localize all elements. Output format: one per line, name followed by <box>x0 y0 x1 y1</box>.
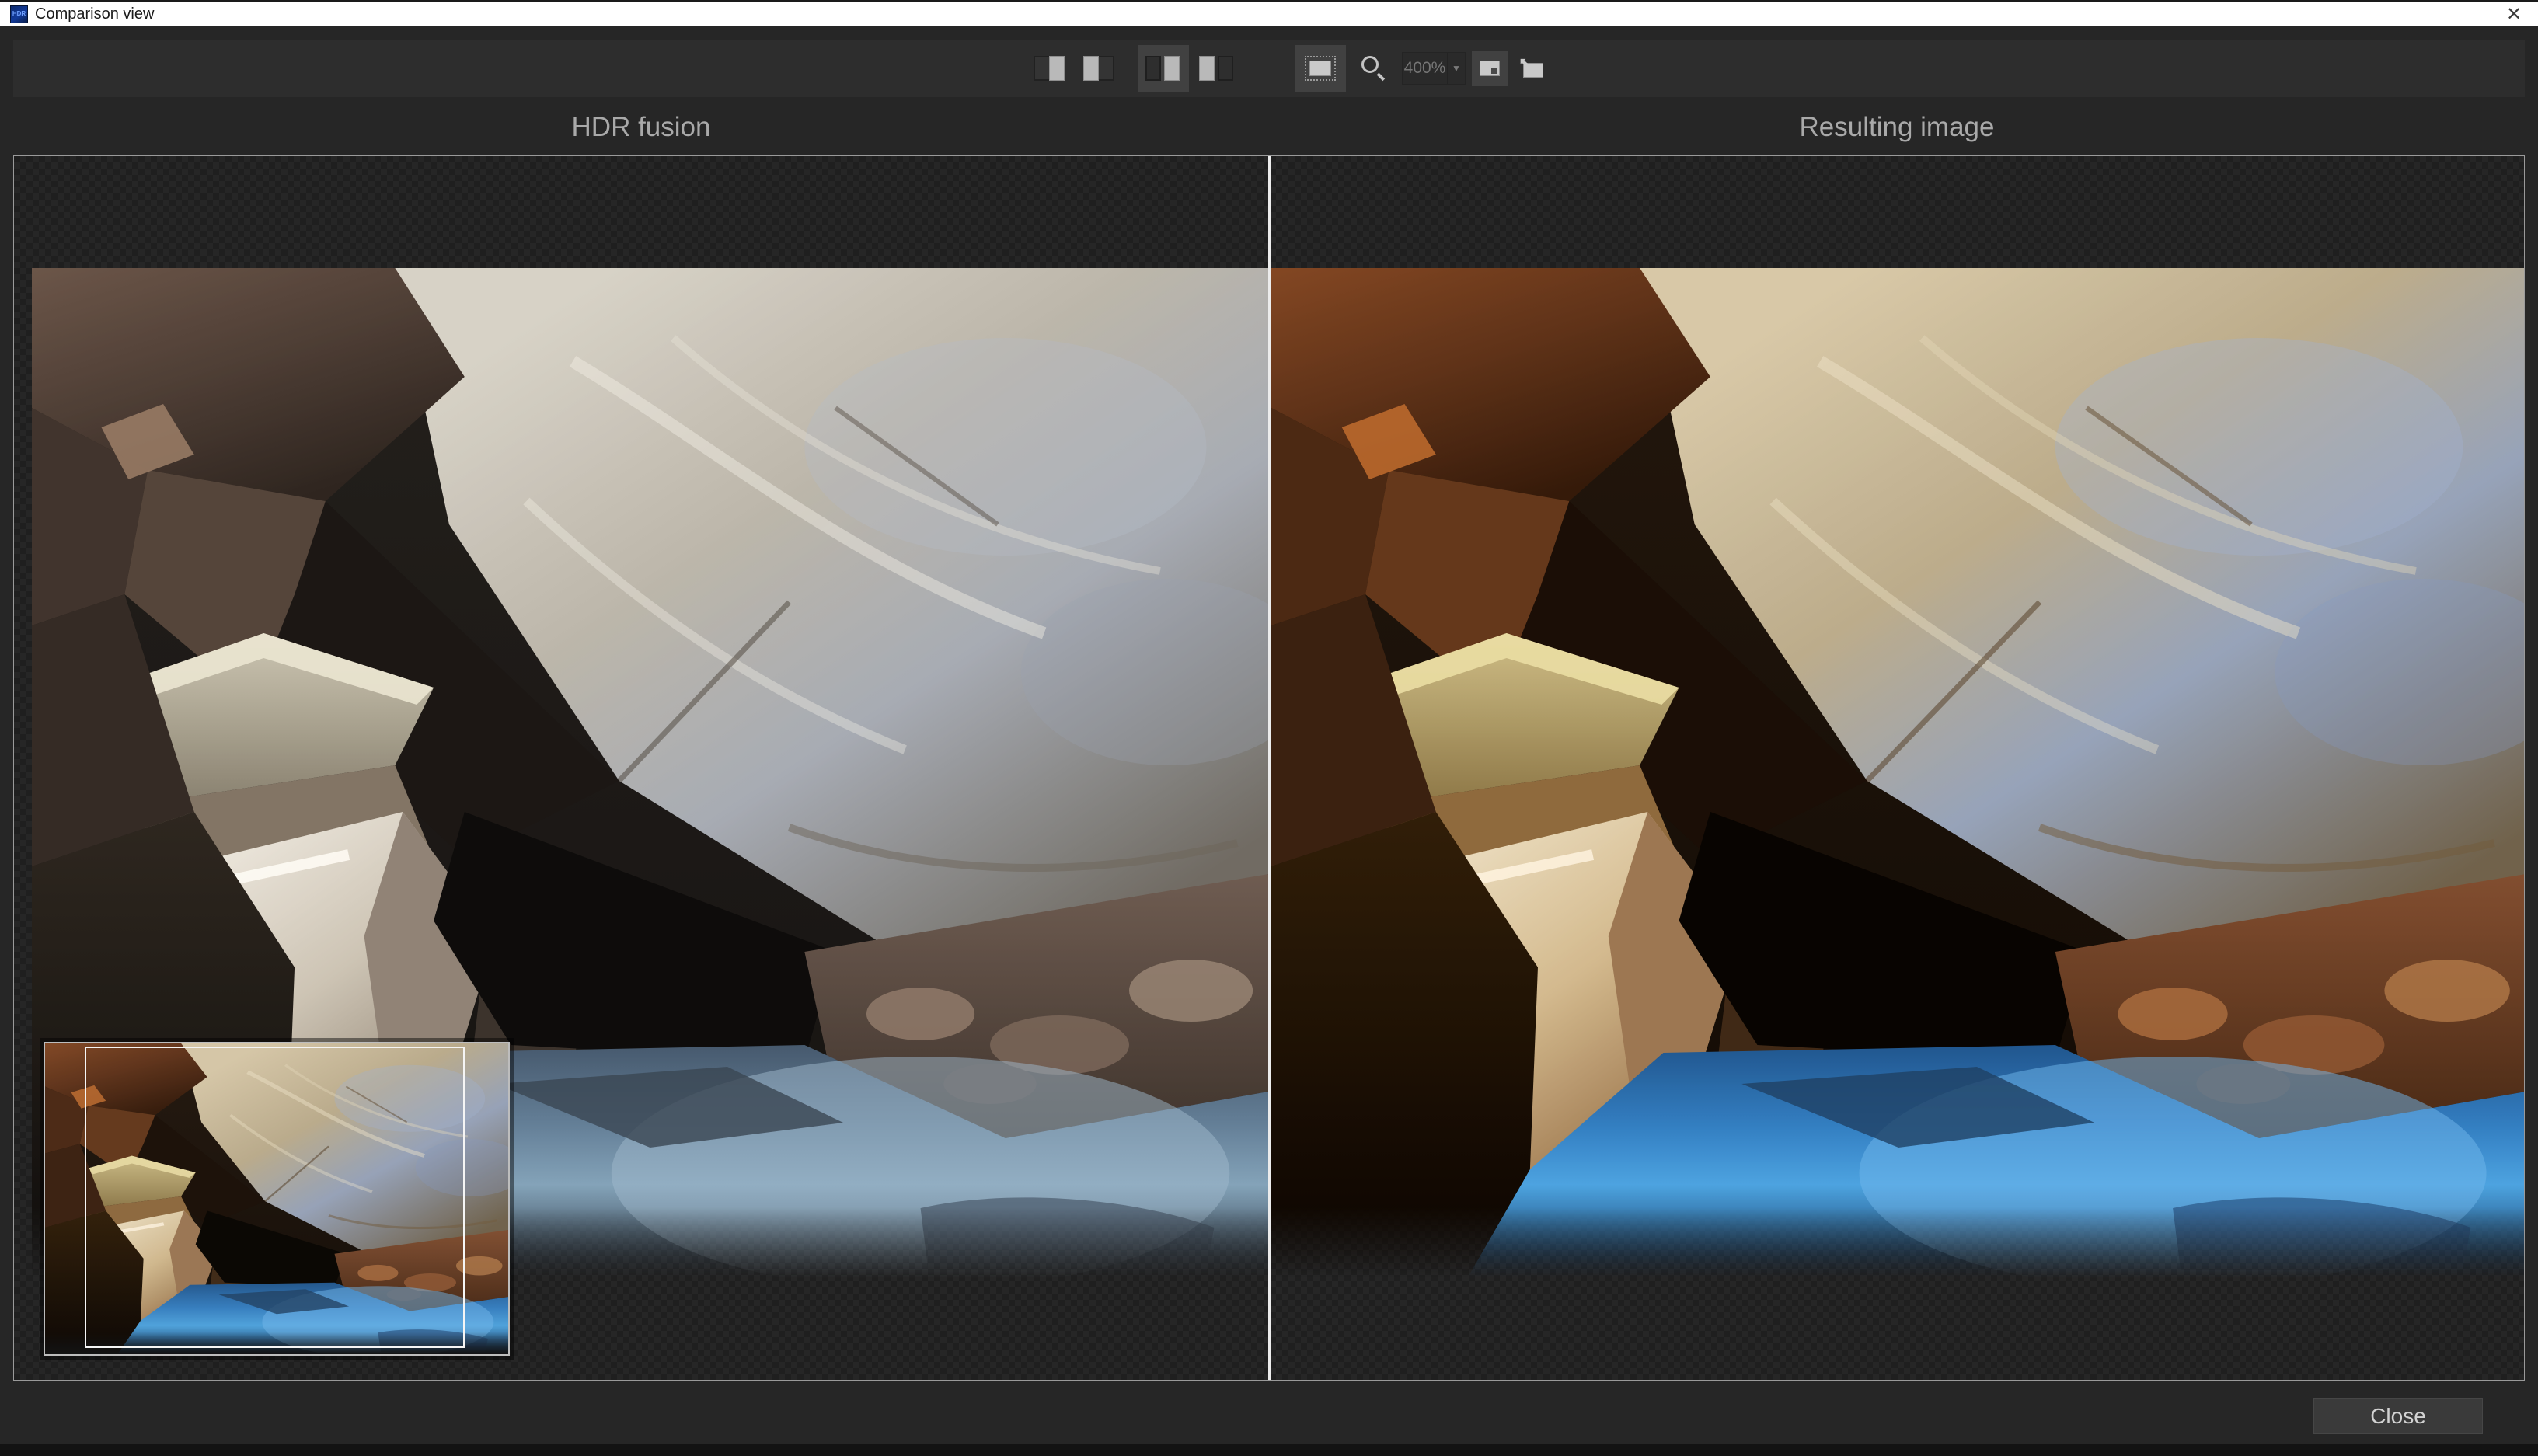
resulting-image[interactable] <box>1271 268 2525 1278</box>
titlebar: HDR Comparison view ✕ <box>0 0 2538 26</box>
zoom-level-value: 400% <box>1403 59 1447 78</box>
comparison-area <box>13 155 2525 1381</box>
fit-to-window-icon: ⬉ <box>1520 59 1543 78</box>
bottom-strip <box>0 1444 2538 1456</box>
comparison-view-window: HDR Comparison view ✕ <box>0 0 2538 1456</box>
combo-dropdown-icon[interactable]: ▼ <box>1448 63 1465 74</box>
show-selection-button[interactable] <box>1295 45 1346 92</box>
navigator-panel[interactable] <box>44 1042 510 1356</box>
toolbar: 400% ▼ ⬉ <box>13 40 2525 97</box>
zoom-level-combo[interactable]: 400% ▼ <box>1402 52 1466 85</box>
split-right-icon <box>1034 56 1065 81</box>
left-pane-label: HDR fusion <box>13 112 1269 148</box>
toolbar-controls: 400% ▼ ⬉ <box>1027 45 1550 92</box>
split-left-icon <box>1083 56 1114 81</box>
side-by-side-right-icon <box>1145 56 1181 81</box>
pane-divider <box>1268 156 1271 1380</box>
side-by-side-right-lit-button[interactable] <box>1138 45 1189 92</box>
app-icon: HDR <box>10 5 28 23</box>
marching-ants-icon <box>1305 56 1336 81</box>
window-title: Comparison view <box>35 5 154 23</box>
split-view-left-lit-button[interactable] <box>1077 45 1121 92</box>
zoom-tool-button[interactable] <box>1352 45 1396 92</box>
navigator-viewport-rect[interactable] <box>85 1047 465 1348</box>
split-view-right-lit-button[interactable] <box>1027 45 1071 92</box>
right-pane-label: Resulting image <box>1269 112 2525 148</box>
magnifier-icon <box>1360 54 1388 82</box>
fit-to-window-button[interactable]: ⬉ <box>1514 51 1550 86</box>
window-close-icon[interactable]: ✕ <box>2496 2 2532 26</box>
side-by-side-left-icon <box>1199 56 1235 81</box>
actual-size-icon <box>1480 61 1500 76</box>
actual-size-button[interactable] <box>1472 51 1508 86</box>
close-button[interactable]: Close <box>2313 1398 2483 1434</box>
side-by-side-left-lit-button[interactable] <box>1195 45 1239 92</box>
